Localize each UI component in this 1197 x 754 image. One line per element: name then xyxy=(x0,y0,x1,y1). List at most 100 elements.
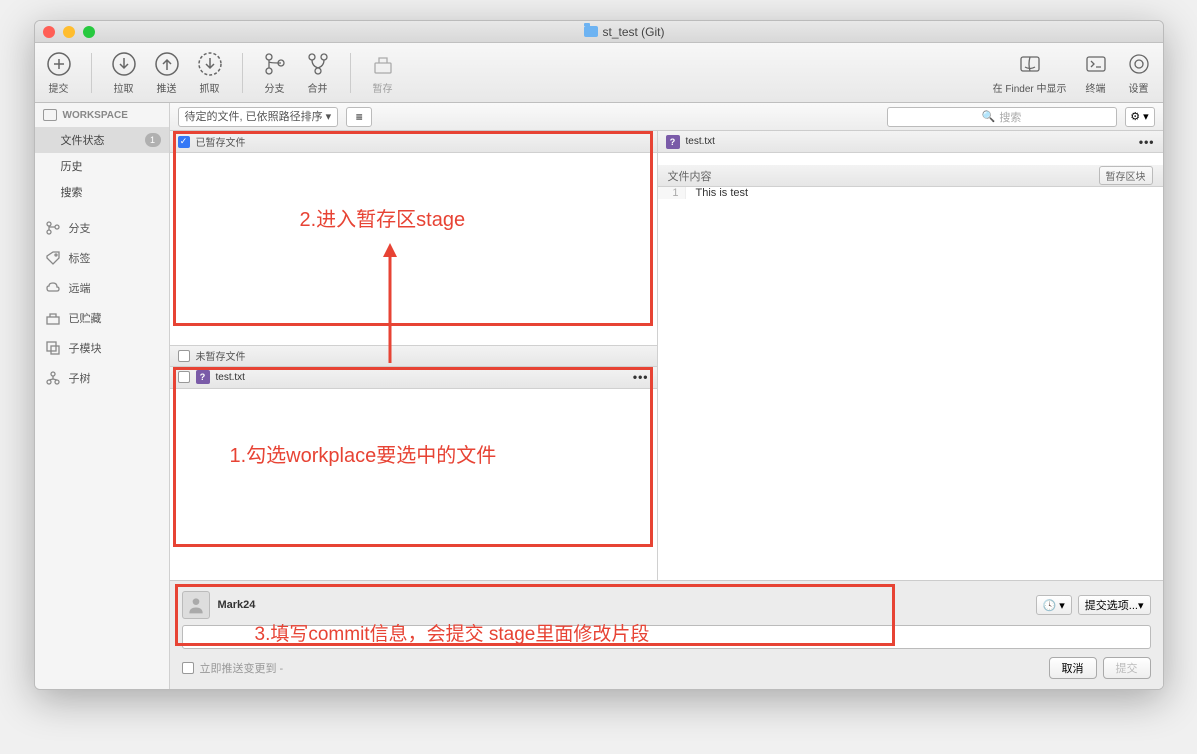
line-number: 1 xyxy=(658,187,686,199)
sidebar-workspace-header: WORKSPACE xyxy=(35,103,169,127)
commit-button[interactable]: 提交 xyxy=(45,50,73,95)
diff-line[interactable]: 1 This is test xyxy=(658,187,1163,199)
workspace-icon xyxy=(43,109,57,121)
sidebar: WORKSPACE 文件状态 1 历史 搜索 分支 标签 远端 xyxy=(35,103,170,689)
file-more-button[interactable]: ••• xyxy=(633,370,649,384)
close-icon[interactable] xyxy=(43,26,55,38)
finder-icon xyxy=(1017,51,1043,77)
sidebar-item-subtrees[interactable]: 子树 xyxy=(35,363,169,393)
unstaged-header: 未暂存文件 xyxy=(170,345,657,367)
subtrees-icon xyxy=(45,370,61,386)
sidebar-item-branches[interactable]: 分支 xyxy=(35,213,169,243)
show-in-finder-button[interactable]: 在 Finder 中显示 xyxy=(993,50,1067,95)
view-settings-button[interactable]: ⚙ ▾ xyxy=(1125,107,1155,127)
stash-label: 暂存 xyxy=(373,80,393,95)
diff-file-icon: ? xyxy=(666,135,680,149)
submodules-icon xyxy=(45,340,61,356)
gear-icon xyxy=(1126,51,1152,77)
staged-header: 已暂存文件 xyxy=(170,131,657,153)
sub-toolbar: 待定的文件, 已依照路径排序 ▾ ≡ 🔍 搜索 ⚙ ▾ xyxy=(170,103,1163,131)
file-name: test.txt xyxy=(216,372,245,383)
annotation-1: 1.勾选workplace要选中的文件 xyxy=(230,439,497,468)
pull-icon xyxy=(111,51,137,77)
file-row[interactable]: ? test.txt ••• xyxy=(170,367,657,389)
sidebar-item-file-status[interactable]: 文件状态 1 xyxy=(35,127,169,153)
line-text: This is test xyxy=(686,187,749,199)
commit-author: Mark24 xyxy=(218,599,256,611)
terminal-icon xyxy=(1083,51,1109,77)
merge-label: 合并 xyxy=(308,80,328,95)
file-status-icon: ? xyxy=(196,370,210,384)
diff-content-label: 文件内容 xyxy=(668,168,712,184)
staged-files-area: 2.进入暂存区stage xyxy=(170,153,657,345)
stash-button[interactable]: 暂存 xyxy=(369,50,397,95)
stashes-icon xyxy=(45,310,61,326)
diff-file-name: test.txt xyxy=(686,136,715,147)
branch-button[interactable]: 分支 xyxy=(261,50,289,95)
unstaged-files-area: 1.勾选workplace要选中的文件 xyxy=(170,389,657,581)
settings-button[interactable]: 设置 xyxy=(1125,50,1153,95)
fetch-icon xyxy=(197,51,223,77)
staged-checkbox[interactable] xyxy=(178,136,190,148)
window-controls xyxy=(43,26,95,38)
pull-button[interactable]: 拉取 xyxy=(110,50,138,95)
branch-label: 分支 xyxy=(265,80,285,95)
sidebar-item-tags[interactable]: 标签 xyxy=(35,243,169,273)
tag-icon xyxy=(45,250,61,266)
commit-options-button[interactable]: 提交选项... ▾ xyxy=(1078,595,1151,615)
finder-label: 在 Finder 中显示 xyxy=(993,80,1067,95)
commit-icon xyxy=(46,51,72,77)
status-badge: 1 xyxy=(145,133,161,147)
cancel-button[interactable]: 取消 xyxy=(1049,657,1097,679)
search-input[interactable]: 🔍 搜索 xyxy=(887,107,1117,127)
sidebar-item-history[interactable]: 历史 xyxy=(35,153,169,179)
fetch-label: 抓取 xyxy=(200,80,220,95)
history-dropdown-button[interactable]: 🕓 ▾ xyxy=(1036,595,1072,615)
file-checkbox[interactable] xyxy=(178,371,190,383)
terminal-button[interactable]: 终端 xyxy=(1082,50,1110,95)
stash-icon xyxy=(370,51,396,77)
diff-toolbar: 文件内容 暂存区块 xyxy=(658,165,1163,187)
commit-label: 提交 xyxy=(49,80,69,95)
cloud-icon xyxy=(45,280,61,296)
stage-hunk-button[interactable]: 暂存区块 xyxy=(1099,166,1153,185)
search-icon: 🔍 xyxy=(982,110,996,123)
minimize-icon[interactable] xyxy=(63,26,75,38)
sidebar-item-remotes[interactable]: 远端 xyxy=(35,273,169,303)
window-title: st_test (Git) xyxy=(95,25,1155,39)
push-button[interactable]: 推送 xyxy=(153,50,181,95)
titlebar: st_test (Git) xyxy=(35,21,1163,43)
fetch-button[interactable]: 抓取 xyxy=(196,50,224,95)
sidebar-item-stashes[interactable]: 已贮藏 xyxy=(35,303,169,333)
push-icon xyxy=(154,51,180,77)
commit-button[interactable]: 提交 xyxy=(1103,657,1151,679)
title-text: st_test (Git) xyxy=(602,25,664,39)
branches-icon xyxy=(45,220,61,236)
merge-icon xyxy=(305,51,331,77)
view-mode-button[interactable]: ≡ xyxy=(346,107,372,127)
unstaged-checkbox[interactable] xyxy=(178,350,190,362)
settings-label: 设置 xyxy=(1129,80,1149,95)
maximize-icon[interactable] xyxy=(83,26,95,38)
file-list-pane: 已暂存文件 2.进入暂存区stage 未暂存文件 ? xyxy=(170,131,657,580)
commit-area: Mark24 🕓 ▾ 提交选项... ▾ 3.填写commit信息，会提交 st… xyxy=(170,580,1163,689)
merge-button[interactable]: 合并 xyxy=(304,50,332,95)
avatar xyxy=(182,591,210,619)
diff-pane: ? test.txt ••• 文件内容 暂存区块 1 This is test xyxy=(657,131,1163,580)
pull-label: 拉取 xyxy=(114,80,134,95)
diff-file-header: ? test.txt ••• xyxy=(658,131,1163,153)
branch-icon xyxy=(262,51,288,77)
annotation-2: 2.进入暂存区stage xyxy=(300,203,466,232)
diff-body: 1 This is test xyxy=(658,187,1163,580)
terminal-label: 终端 xyxy=(1086,80,1106,95)
diff-more-button[interactable]: ••• xyxy=(1139,135,1155,149)
main-panel: 待定的文件, 已依照路径排序 ▾ ≡ 🔍 搜索 ⚙ ▾ 已暂存文件 xyxy=(170,103,1163,689)
commit-message-input[interactable] xyxy=(182,625,1151,649)
sidebar-item-submodules[interactable]: 子模块 xyxy=(35,333,169,363)
app-window: st_test (Git) 提交 拉取 推送 抓取 xyxy=(34,20,1164,690)
main-toolbar: 提交 拉取 推送 抓取 分支 xyxy=(35,43,1163,103)
folder-icon xyxy=(584,26,598,37)
sidebar-item-search[interactable]: 搜索 xyxy=(35,179,169,205)
sort-dropdown[interactable]: 待定的文件, 已依照路径排序 ▾ xyxy=(178,107,339,127)
push-immediately-checkbox[interactable]: 立即推送变更到 - xyxy=(182,660,284,676)
